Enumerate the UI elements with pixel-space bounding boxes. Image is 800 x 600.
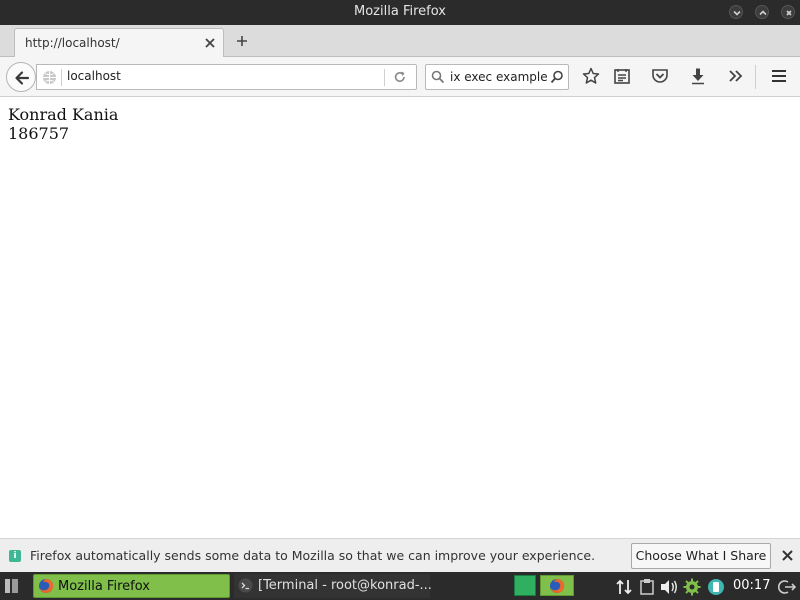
bookmark-button[interactable] — [580, 67, 602, 87]
notification-message: Firefox automatically sends some data to… — [30, 548, 596, 563]
clipboard-icon[interactable] — [639, 578, 655, 596]
overflow-menu-button[interactable] — [725, 67, 747, 87]
info-icon: i — [9, 550, 21, 562]
firefox-logo-icon — [39, 578, 54, 593]
taskbar-item-terminal[interactable]: [Terminal - root@konrad-... — [234, 574, 432, 598]
overflow-chevrons-icon — [729, 70, 743, 82]
firefox-logo-icon — [550, 578, 565, 593]
choose-what-i-share-button[interactable]: Choose What I Share — [631, 543, 771, 569]
task-label: Mozilla Firefox — [58, 579, 150, 594]
tab-localhost[interactable]: http://localhost/ — [14, 28, 224, 58]
page-content: Konrad Kania 186757 — [0, 98, 800, 538]
search-bar[interactable]: ix exec example — [425, 64, 569, 90]
url-separator — [384, 69, 385, 86]
network-icon[interactable] — [615, 578, 633, 596]
hamburger-menu-icon — [772, 70, 786, 82]
reading-list-icon — [614, 69, 630, 84]
window-title: Mozilla Firefox — [354, 4, 446, 19]
main-menu-button[interactable] — [768, 67, 790, 87]
search-text[interactable]: ix exec example — [450, 70, 548, 84]
maximize-button[interactable] — [755, 5, 769, 19]
task-label: [Terminal - root@konrad-... — [258, 578, 432, 593]
url-text[interactable]: localhost — [67, 69, 121, 83]
toolbar-separator — [755, 65, 756, 89]
chevron-up-icon — [759, 10, 767, 16]
taskbar-item-firefox[interactable]: Mozilla Firefox — [33, 574, 230, 598]
taskbar: Mozilla Firefox [Terminal - root@konrad-… — [0, 572, 800, 600]
workspace-2[interactable] — [540, 575, 574, 596]
clock[interactable]: 00:17 — [733, 578, 770, 593]
plus-icon[interactable] — [236, 35, 248, 47]
volume-icon[interactable] — [659, 578, 679, 596]
url-separator — [61, 69, 62, 86]
globe-icon — [43, 71, 56, 84]
close-circle-icon — [786, 10, 792, 16]
navigation-toolbar: localhost ix exec example — [0, 57, 800, 97]
url-bar[interactable]: localhost — [36, 64, 417, 90]
settings-icon[interactable] — [683, 578, 701, 596]
search-icon[interactable] — [550, 70, 564, 84]
applications-menu-icon[interactable] — [4, 578, 20, 594]
star-icon — [582, 67, 600, 84]
back-arrow-icon — [15, 71, 30, 85]
content-number: 186757 — [8, 124, 70, 143]
close-icon[interactable] — [205, 38, 215, 48]
data-reporting-notification: i Firefox automatically sends some data … — [0, 538, 800, 572]
close-icon[interactable] — [782, 550, 793, 561]
logout-icon[interactable] — [778, 578, 796, 596]
search-icon — [431, 70, 445, 84]
minimize-button[interactable] — [729, 5, 743, 19]
pocket-button[interactable] — [649, 67, 671, 87]
close-window-button[interactable] — [781, 5, 795, 19]
terminal-icon — [238, 578, 253, 593]
pocket-icon — [652, 69, 668, 83]
downloads-button[interactable] — [687, 67, 709, 87]
reload-icon[interactable] — [393, 70, 407, 84]
download-icon — [692, 68, 704, 85]
chevron-down-icon — [733, 10, 741, 16]
content-name: Konrad Kania — [8, 105, 119, 124]
back-button[interactable] — [6, 62, 36, 92]
tab-strip: http://localhost/ — [0, 25, 800, 58]
power-icon[interactable] — [707, 578, 725, 596]
workspace-1[interactable] — [514, 575, 536, 596]
tab-title: http://localhost/ — [25, 36, 120, 50]
reading-list-button[interactable] — [611, 67, 633, 87]
title-bar: Mozilla Firefox — [0, 0, 800, 25]
